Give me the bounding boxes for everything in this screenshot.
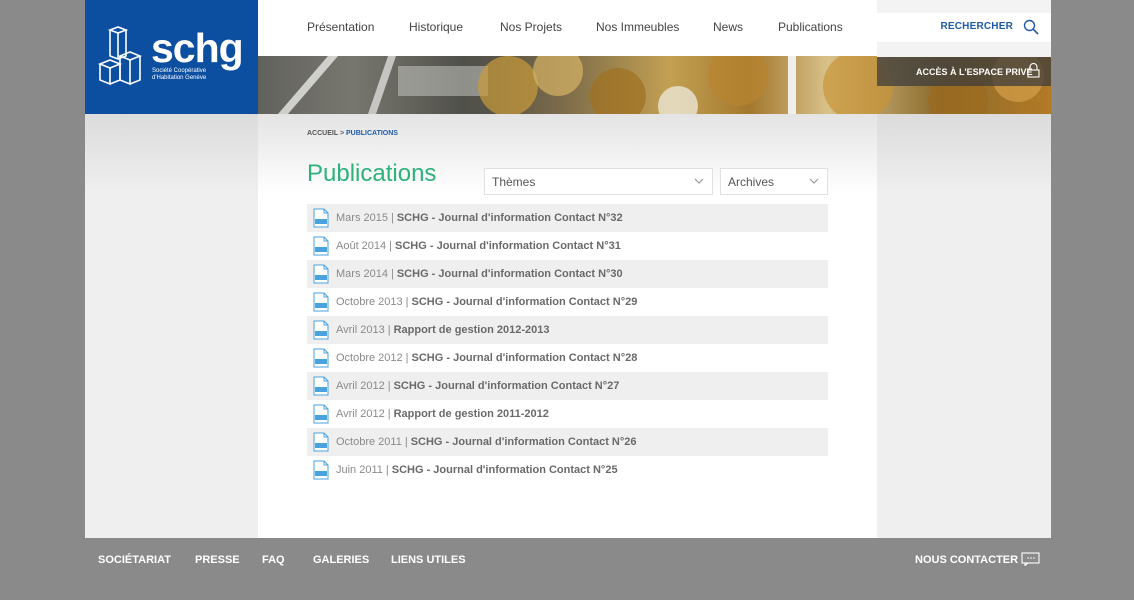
publication-item[interactable]: Avril 2012 | SCHG - Journal d'information … <box>307 372 828 400</box>
nav-item-publications[interactable]: Publications <box>778 20 843 34</box>
publication-list: Mars 2015 | SCHG - Journal d'information C… <box>307 204 828 484</box>
nav-item-nos-projets[interactable]: Nos Projets <box>500 20 562 34</box>
pdf-file-icon <box>313 404 329 424</box>
nav-item-historique[interactable]: Historique <box>409 20 463 34</box>
publication-item[interactable]: Mars 2015 | SCHG - Journal d'information C… <box>307 204 828 232</box>
search-label: RECHERCHER <box>940 21 1013 32</box>
publication-separator: | <box>385 464 389 476</box>
pdf-file-icon <box>313 236 329 256</box>
publication-separator: | <box>387 324 391 336</box>
footer-link-presse[interactable]: PRESSE <box>195 554 240 566</box>
logo-mark-icon <box>98 26 142 86</box>
publication-item[interactable]: Juin 2011 | SCHG - Journal d'information C… <box>307 456 828 484</box>
publication-item[interactable]: Octobre 2011 | SCHG - Journal d'informatio… <box>307 428 828 456</box>
publication-title[interactable]: SCHG - Journal d'information Contact N°3… <box>397 212 623 224</box>
publication-title[interactable]: Rapport de gestion 2012-2013 <box>394 324 550 336</box>
archives-select[interactable]: Archives <box>720 168 828 195</box>
logo-wordmark: schg <box>151 25 244 71</box>
publication-separator: | <box>390 268 394 280</box>
publication-separator: | <box>387 380 391 392</box>
publication-separator: | <box>405 352 409 364</box>
publication-date: Avril 2013 <box>336 324 385 336</box>
publication-date: Octobre 2011 <box>336 436 402 448</box>
search-button[interactable]: RECHERCHER <box>877 13 1051 42</box>
publication-item[interactable]: Octobre 2013 | SCHG - Journal d'informatio… <box>307 288 828 316</box>
breadcrumb-separator: > <box>339 130 345 137</box>
chat-icon[interactable] <box>1021 552 1040 566</box>
pdf-file-icon <box>313 292 329 312</box>
publication-title[interactable]: SCHG - Journal d'information Contact N°2… <box>394 380 620 392</box>
page-title: Publications <box>307 160 437 187</box>
themes-select-value: Thèmes <box>492 175 536 189</box>
publication-item[interactable]: Octobre 2012 | SCHG - Journal d'informatio… <box>307 344 828 372</box>
publication-item[interactable]: Août 2014 | SCHG - Journal d'information C… <box>307 232 828 260</box>
page-container: schg Société Coopérative d'Habitation Ge… <box>85 0 1051 538</box>
publication-item[interactable]: Avril 2012 | Rapport de gestion 2011-2012 <box>307 400 828 428</box>
nav-item-news[interactable]: News <box>713 20 743 34</box>
publication-separator: | <box>389 240 393 252</box>
chevron-down-icon <box>694 178 704 184</box>
publication-date: Mars 2014 <box>336 268 388 280</box>
breadcrumb: ACCUEIL > PUBLICATIONS <box>307 130 398 137</box>
footer-link-galeries[interactable]: GALERIES <box>313 554 369 566</box>
archives-select-value: Archives <box>728 175 775 189</box>
publication-title[interactable]: SCHG - Journal d'information Contact N°2… <box>392 464 618 476</box>
pdf-file-icon <box>313 264 329 284</box>
publication-title[interactable]: SCHG - Journal d'information Contact N°2… <box>411 436 637 448</box>
publication-separator: | <box>390 212 394 224</box>
publication-title[interactable]: SCHG - Journal d'information Contact N°2… <box>412 352 638 364</box>
publication-date: Juin 2011 <box>336 464 383 476</box>
publication-date: Octobre 2012 <box>336 352 403 364</box>
themes-select[interactable]: Thèmes <box>484 168 713 195</box>
lock-icon <box>1027 63 1040 78</box>
footer-link-liens-utiles[interactable]: LIENS UTILES <box>391 554 466 566</box>
pdf-file-icon <box>313 460 329 480</box>
publication-separator: | <box>404 436 408 448</box>
chevron-down-icon <box>809 178 819 184</box>
publication-item[interactable]: Avril 2013 | Rapport de gestion 2012-2013 <box>307 316 828 344</box>
publication-date: Avril 2012 <box>336 380 385 392</box>
search-area: RECHERCHER <box>877 0 1051 57</box>
footer-link-societariat[interactable]: SOCIÉTARIAT <box>98 554 171 566</box>
main-nav: Présentation Historique Nos Projets Nos … <box>258 0 877 56</box>
nav-item-presentation[interactable]: Présentation <box>307 20 374 34</box>
search-icon <box>1023 19 1039 35</box>
publication-separator: | <box>405 296 409 308</box>
breadcrumb-current: PUBLICATIONS <box>345 130 398 137</box>
footer-link-faq[interactable]: FAQ <box>262 554 285 566</box>
breadcrumb-home[interactable]: ACCUEIL <box>307 130 338 137</box>
publication-title[interactable]: SCHG - Journal d'information Contact N°3… <box>397 268 623 280</box>
pdf-file-icon <box>313 376 329 396</box>
publication-separator: | <box>387 408 391 420</box>
publication-date: Avril 2012 <box>336 408 385 420</box>
footer-contact-link[interactable]: NOUS CONTACTER <box>915 554 1018 566</box>
publication-item[interactable]: Mars 2014 | SCHG - Journal d'information C… <box>307 260 828 288</box>
pdf-file-icon <box>313 208 329 228</box>
private-access-button[interactable]: ACCÈS À L'ESPACE PRIVÉ <box>877 57 1051 86</box>
publication-date: Octobre 2013 <box>336 296 403 308</box>
publication-title[interactable]: Rapport de gestion 2011-2012 <box>394 408 549 420</box>
pdf-file-icon <box>313 432 329 452</box>
nav-item-nos-immeubles[interactable]: Nos Immeubles <box>596 20 679 34</box>
publication-date: Août 2014 <box>336 240 387 252</box>
logo[interactable]: schg Société Coopérative d'Habitation Ge… <box>85 0 258 114</box>
private-access-label: ACCÈS À L'ESPACE PRIVÉ <box>916 67 1033 77</box>
publication-title[interactable]: SCHG - Journal d'information Contact N°2… <box>412 296 638 308</box>
publication-title[interactable]: SCHG - Journal d'information Contact N°3… <box>395 240 621 252</box>
pdf-file-icon <box>313 348 329 368</box>
publication-date: Mars 2015 <box>336 212 388 224</box>
pdf-file-icon <box>313 320 329 340</box>
logo-tagline: Société Coopérative d'Habitation Genève <box>152 68 207 81</box>
